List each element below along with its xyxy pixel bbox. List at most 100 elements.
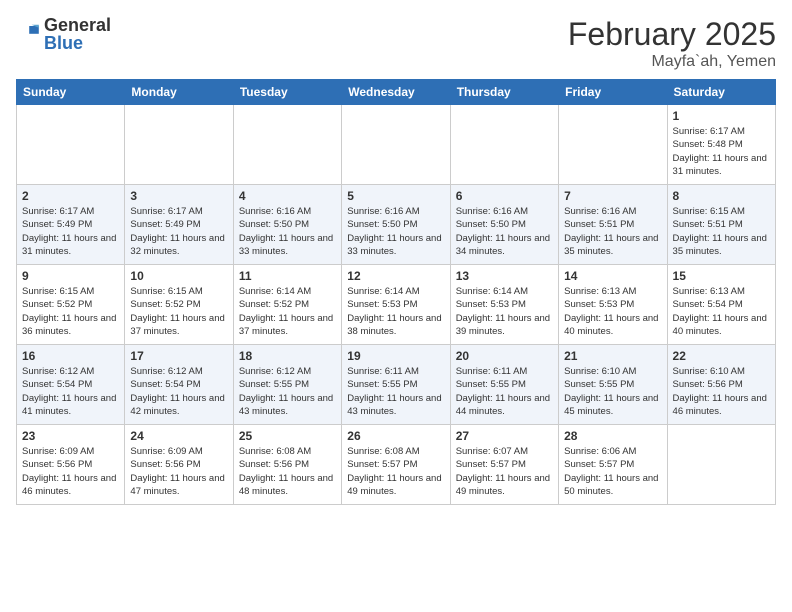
day-cell-28: 28 Sunrise: 6:06 AM Sunset: 5:57 PM Dayli… (559, 425, 667, 505)
day-cell-23: 23 Sunrise: 6:09 AM Sunset: 5:56 PM Dayli… (17, 425, 125, 505)
day-cell-9: 9 Sunrise: 6:15 AM Sunset: 5:52 PM Daylig… (17, 265, 125, 345)
day-info: Sunrise: 6:17 AM Sunset: 5:48 PM Dayligh… (673, 125, 770, 178)
day-info: Sunrise: 6:11 AM Sunset: 5:55 PM Dayligh… (347, 365, 444, 418)
weekday-header-sunday: Sunday (17, 80, 125, 105)
day-info: Sunrise: 6:13 AM Sunset: 5:53 PM Dayligh… (564, 285, 661, 338)
logo: General Blue (16, 16, 111, 52)
day-number: 5 (347, 189, 444, 203)
week-row-4: 16 Sunrise: 6:12 AM Sunset: 5:54 PM Dayli… (17, 345, 776, 425)
day-info: Sunrise: 6:13 AM Sunset: 5:54 PM Dayligh… (673, 285, 770, 338)
empty-cell (125, 105, 233, 185)
day-number: 10 (130, 269, 227, 283)
day-number: 9 (22, 269, 119, 283)
day-number: 16 (22, 349, 119, 363)
day-cell-4: 4 Sunrise: 6:16 AM Sunset: 5:50 PM Daylig… (233, 185, 341, 265)
day-cell-21: 21Sunrise: 6:10 AM Sunset: 5:55 PM Dayli… (559, 345, 667, 425)
logo-general: General (44, 16, 111, 34)
day-number: 15 (673, 269, 770, 283)
weekday-header-saturday: Saturday (667, 80, 775, 105)
day-cell-19: 19 Sunrise: 6:11 AM Sunset: 5:55 PM Dayli… (342, 345, 450, 425)
day-cell-27: 27 Sunrise: 6:07 AM Sunset: 5:57 PM Dayli… (450, 425, 558, 505)
day-cell-25: 25 Sunrise: 6:08 AM Sunset: 5:56 PM Dayli… (233, 425, 341, 505)
location-title: Mayfa`ah, Yemen (568, 53, 776, 71)
day-info: Sunrise: 6:12 AM Sunset: 5:54 PM Dayligh… (22, 365, 119, 418)
day-info: Sunrise: 6:16 AM Sunset: 5:50 PM Dayligh… (239, 205, 336, 258)
day-number: 24 (130, 429, 227, 443)
day-info: Sunrise: 6:09 AM Sunset: 5:56 PM Dayligh… (22, 445, 119, 498)
empty-cell (667, 425, 775, 505)
weekday-header-thursday: Thursday (450, 80, 558, 105)
day-info: Sunrise: 6:15 AM Sunset: 5:51 PM Dayligh… (673, 205, 770, 258)
weekday-header-friday: Friday (559, 80, 667, 105)
title-block: February 2025 Mayfa`ah, Yemen (568, 16, 776, 71)
day-info: Sunrise: 6:16 AM Sunset: 5:50 PM Dayligh… (347, 205, 444, 258)
day-number: 4 (239, 189, 336, 203)
day-number: 6 (456, 189, 553, 203)
day-info: Sunrise: 6:15 AM Sunset: 5:52 PM Dayligh… (22, 285, 119, 338)
empty-cell (450, 105, 558, 185)
day-info: Sunrise: 6:06 AM Sunset: 5:57 PM Dayligh… (564, 445, 661, 498)
day-info: Sunrise: 6:11 AM Sunset: 5:55 PM Dayligh… (456, 365, 553, 418)
month-title: February 2025 (568, 16, 776, 53)
day-cell-17: 17Sunrise: 6:12 AM Sunset: 5:54 PM Dayli… (125, 345, 233, 425)
day-cell-7: 7 Sunrise: 6:16 AM Sunset: 5:51 PM Daylig… (559, 185, 667, 265)
day-cell-13: 13Sunrise: 6:14 AM Sunset: 5:53 PM Dayli… (450, 265, 558, 345)
day-info: Sunrise: 6:07 AM Sunset: 5:57 PM Dayligh… (456, 445, 553, 498)
day-number: 1 (673, 109, 770, 123)
day-cell-3: 3Sunrise: 6:17 AM Sunset: 5:49 PM Daylig… (125, 185, 233, 265)
week-row-2: 2 Sunrise: 6:17 AM Sunset: 5:49 PM Daylig… (17, 185, 776, 265)
day-cell-6: 6 Sunrise: 6:16 AM Sunset: 5:50 PM Daylig… (450, 185, 558, 265)
day-number: 7 (564, 189, 661, 203)
weekday-header-wednesday: Wednesday (342, 80, 450, 105)
day-number: 2 (22, 189, 119, 203)
week-row-5: 23 Sunrise: 6:09 AM Sunset: 5:56 PM Dayli… (17, 425, 776, 505)
day-info: Sunrise: 6:14 AM Sunset: 5:53 PM Dayligh… (347, 285, 444, 338)
day-cell-22: 22 Sunrise: 6:10 AM Sunset: 5:56 PM Dayli… (667, 345, 775, 425)
week-row-3: 9 Sunrise: 6:15 AM Sunset: 5:52 PM Daylig… (17, 265, 776, 345)
day-info: Sunrise: 6:08 AM Sunset: 5:56 PM Dayligh… (239, 445, 336, 498)
day-info: Sunrise: 6:16 AM Sunset: 5:50 PM Dayligh… (456, 205, 553, 258)
day-number: 20 (456, 349, 553, 363)
day-number: 19 (347, 349, 444, 363)
day-cell-14: 14Sunrise: 6:13 AM Sunset: 5:53 PM Dayli… (559, 265, 667, 345)
day-cell-18: 18Sunrise: 6:12 AM Sunset: 5:55 PM Dayli… (233, 345, 341, 425)
day-info: Sunrise: 6:17 AM Sunset: 5:49 PM Dayligh… (22, 205, 119, 258)
day-number: 23 (22, 429, 119, 443)
day-number: 28 (564, 429, 661, 443)
day-info: Sunrise: 6:14 AM Sunset: 5:52 PM Dayligh… (239, 285, 336, 338)
day-info: Sunrise: 6:10 AM Sunset: 5:56 PM Dayligh… (673, 365, 770, 418)
day-info: Sunrise: 6:10 AM Sunset: 5:55 PM Dayligh… (564, 365, 661, 418)
day-info: Sunrise: 6:12 AM Sunset: 5:55 PM Dayligh… (239, 365, 336, 418)
day-cell-11: 11 Sunrise: 6:14 AM Sunset: 5:52 PM Dayli… (233, 265, 341, 345)
day-cell-16: 16 Sunrise: 6:12 AM Sunset: 5:54 PM Dayli… (17, 345, 125, 425)
day-number: 12 (347, 269, 444, 283)
day-number: 22 (673, 349, 770, 363)
day-cell-24: 24 Sunrise: 6:09 AM Sunset: 5:56 PM Dayli… (125, 425, 233, 505)
day-number: 8 (673, 189, 770, 203)
day-number: 13 (456, 269, 553, 283)
day-cell-20: 20 Sunrise: 6:11 AM Sunset: 5:55 PM Dayli… (450, 345, 558, 425)
calendar: SundayMondayTuesdayWednesdayThursdayFrid… (16, 79, 776, 505)
day-info: Sunrise: 6:12 AM Sunset: 5:54 PM Dayligh… (130, 365, 227, 418)
day-cell-5: 5 Sunrise: 6:16 AM Sunset: 5:50 PM Daylig… (342, 185, 450, 265)
day-info: Sunrise: 6:09 AM Sunset: 5:56 PM Dayligh… (130, 445, 227, 498)
empty-cell (342, 105, 450, 185)
day-info: Sunrise: 6:15 AM Sunset: 5:52 PM Dayligh… (130, 285, 227, 338)
weekday-header-monday: Monday (125, 80, 233, 105)
week-row-1: 1 Sunrise: 6:17 AM Sunset: 5:48 PM Daylig… (17, 105, 776, 185)
weekday-header-tuesday: Tuesday (233, 80, 341, 105)
day-number: 26 (347, 429, 444, 443)
day-cell-8: 8 Sunrise: 6:15 AM Sunset: 5:51 PM Daylig… (667, 185, 775, 265)
weekday-header-row: SundayMondayTuesdayWednesdayThursdayFrid… (17, 80, 776, 105)
logo-blue: Blue (44, 34, 111, 52)
day-cell-15: 15 Sunrise: 6:13 AM Sunset: 5:54 PM Dayli… (667, 265, 775, 345)
day-info: Sunrise: 6:16 AM Sunset: 5:51 PM Dayligh… (564, 205, 661, 258)
day-number: 25 (239, 429, 336, 443)
day-cell-2: 2 Sunrise: 6:17 AM Sunset: 5:49 PM Daylig… (17, 185, 125, 265)
day-number: 27 (456, 429, 553, 443)
logo-icon (16, 20, 40, 44)
day-number: 11 (239, 269, 336, 283)
empty-cell (17, 105, 125, 185)
day-info: Sunrise: 6:17 AM Sunset: 5:49 PM Dayligh… (130, 205, 227, 258)
day-info: Sunrise: 6:08 AM Sunset: 5:57 PM Dayligh… (347, 445, 444, 498)
